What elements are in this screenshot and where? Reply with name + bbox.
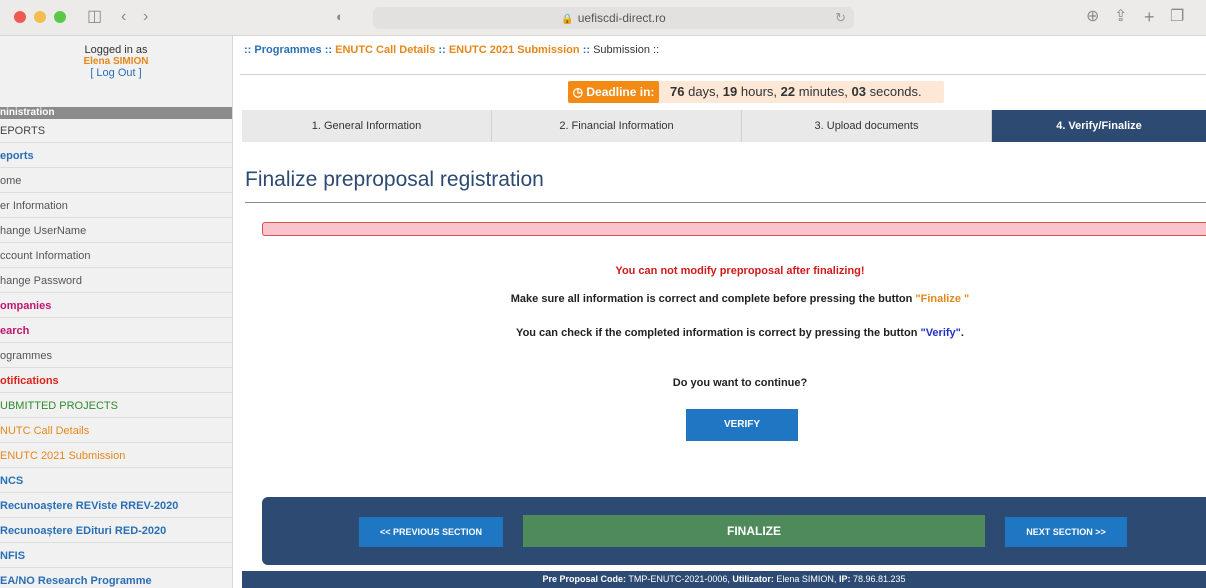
deadline-minutes: 22 (780, 84, 796, 99)
back-arrow-icon[interactable]: ‹ (121, 9, 126, 25)
continue-question: Do you want to continue? (672, 377, 808, 389)
verify-instruction-keyword: "Verify" (920, 327, 961, 339)
lock-icon: 🔒 (561, 14, 574, 25)
previous-section-button[interactable]: << PREVIOUS SECTION (359, 517, 503, 547)
footer-info: Pre Proposal Code: TMP-ENUTC-2021-0006, … (242, 571, 1206, 588)
share-icon[interactable]: ⇪ (1114, 9, 1127, 25)
address-bar[interactable]: 🔒 uefiscdi-direct.ro ↻ (373, 7, 854, 29)
sidebar: Logged in as Elena SIMION [ Log Out ] ni… (0, 36, 233, 588)
sidebar-item[interactable]: eports (0, 144, 232, 168)
sidebar-item[interactable]: UBMITTED PROJECTS (0, 394, 232, 418)
breadcrumb-separator: :: (324, 44, 333, 56)
user-name: Elena SIMION (83, 56, 149, 67)
sidebar-item[interactable]: earch (0, 319, 232, 343)
sidebar-item[interactable]: otifications (0, 369, 232, 393)
sidebar-item[interactable]: ogrammes (0, 344, 232, 368)
sidebar-item[interactable]: NFIS (0, 544, 232, 568)
logged-in-label: Logged in as (84, 44, 148, 56)
sidebar-item[interactable]: ompanies (0, 294, 232, 318)
deadline-seconds: 03 (851, 84, 866, 99)
verify-button[interactable]: VERIFY (686, 409, 798, 441)
tab-upload-documents[interactable]: 3. Upload documents (742, 110, 992, 142)
finalize-button[interactable]: FINALIZE (523, 515, 985, 547)
breadcrumb-call-details[interactable]: ENUTC Call Details (335, 44, 435, 56)
finalize-instruction: Make sure all information is correct and… (440, 293, 1040, 305)
maximize-window-button[interactable] (54, 11, 66, 23)
deadline-seconds-unit: seconds. (869, 84, 922, 99)
title-divider (245, 202, 1206, 203)
minimize-window-button[interactable] (34, 11, 46, 23)
finalize-instruction-keyword: "Finalize " (915, 293, 970, 305)
next-section-button[interactable]: NEXT SECTION >> (1005, 517, 1127, 547)
verify-instruction-text: You can check if the completed informati… (516, 327, 918, 339)
deadline-label-text: Deadline in: (586, 85, 655, 99)
sidebar-item[interactable]: ENUTC 2021 Submission (0, 444, 232, 468)
footer-code-label: Pre Proposal Code: (542, 574, 626, 584)
url-text: uefiscdi-direct.ro (577, 11, 666, 25)
breadcrumb: :: Programmes :: ENUTC Call Details :: E… (244, 44, 659, 56)
tab-financial-information[interactable]: 2. Financial Information (492, 110, 742, 142)
tab-overview-icon[interactable]: ❐ (1170, 9, 1184, 25)
sidebar-toggle-icon[interactable]: ◫ (87, 9, 102, 25)
sidebar-item[interactable]: ccount Information (0, 244, 232, 268)
sidebar-item[interactable]: EPORTS (0, 119, 232, 143)
privacy-shield-icon[interactable]: ◐ (336, 9, 344, 25)
breadcrumb-programmes[interactable]: Programmes (254, 44, 321, 56)
sidebar-item[interactable]: EA/NO Research Programme (0, 569, 232, 588)
breadcrumb-submission-2021[interactable]: ENUTC 2021 Submission (449, 44, 580, 56)
login-panel: Logged in as Elena SIMION [ Log Out ] (0, 36, 232, 101)
breadcrumb-separator: :: (244, 44, 252, 56)
step-tabs: 1. General Information 2. Financial Info… (242, 110, 1206, 142)
footer-code-value: TMP-ENUTC-2021-0006, (628, 574, 730, 584)
deadline-countdown: 76 days, 19 hours, 22 minutes, 03 second… (670, 81, 922, 103)
breadcrumb-current: Submission (593, 44, 650, 56)
deadline-days-unit: days, (688, 84, 720, 99)
breadcrumb-separator: :: (653, 44, 660, 56)
page-title: Finalize preproposal registration (245, 168, 544, 191)
close-window-button[interactable] (14, 11, 26, 23)
deadline-banner: ◷ Deadline in: 76 days, 19 hours, 22 min… (568, 81, 944, 103)
breadcrumb-divider (240, 74, 1206, 75)
deadline-hours-unit: hours, (740, 84, 778, 99)
deadline-days: 76 (670, 84, 685, 99)
footer-ip-label: IP: (838, 574, 851, 584)
forward-arrow-icon[interactable]: › (143, 9, 148, 25)
browser-toolbar: ◫ ‹ › ◐ 🔒 uefiscdi-direct.ro ↻ ⊕ ⇪ + ❐ (0, 0, 1206, 36)
sidebar-section-header: ninistration (0, 107, 232, 119)
sidebar-item[interactable]: hange UserName (0, 219, 232, 243)
verify-instruction: You can check if the completed informati… (440, 327, 1040, 339)
deadline-label: ◷ Deadline in: (568, 81, 659, 103)
verify-instruction-period: . (960, 327, 964, 339)
sidebar-item[interactable]: Recunoaștere EDituri RED-2020 (0, 519, 232, 543)
reload-icon[interactable]: ↻ (835, 7, 846, 29)
sidebar-item[interactable]: er Information (0, 194, 232, 218)
alert-bar (262, 222, 1206, 236)
footer-ip-value: 78.96.81.235 (852, 574, 906, 584)
deadline-minutes-unit: minutes, (798, 84, 848, 99)
sidebar-item[interactable]: hange Password (0, 269, 232, 293)
footer-user-label: Utilizator: (732, 574, 774, 584)
tab-general-information[interactable]: 1. General Information (242, 110, 492, 142)
breadcrumb-separator: :: (582, 44, 591, 56)
new-tab-icon[interactable]: + (1144, 8, 1155, 26)
sidebar-item[interactable]: NUTC Call Details (0, 419, 232, 443)
clock-icon: ◷ (572, 85, 587, 99)
tab-verify-finalize[interactable]: 4. Verify/Finalize (992, 110, 1206, 142)
sidebar-item[interactable]: ome (0, 169, 232, 193)
sidebar-item[interactable]: Recunoaștere REViste RREV-2020 (0, 494, 232, 518)
logout-link[interactable]: [ Log Out ] (0, 67, 232, 79)
download-icon[interactable]: ⊕ (1086, 9, 1099, 25)
footer-user-value: Elena SIMION, (776, 574, 837, 584)
finalize-instruction-text: Make sure all information is correct and… (510, 293, 913, 305)
sidebar-item[interactable]: NCS (0, 469, 232, 493)
finalize-warning: You can not modify preproposal after fin… (615, 265, 865, 277)
breadcrumb-separator: :: (438, 44, 446, 56)
deadline-hours: 19 (722, 84, 738, 99)
